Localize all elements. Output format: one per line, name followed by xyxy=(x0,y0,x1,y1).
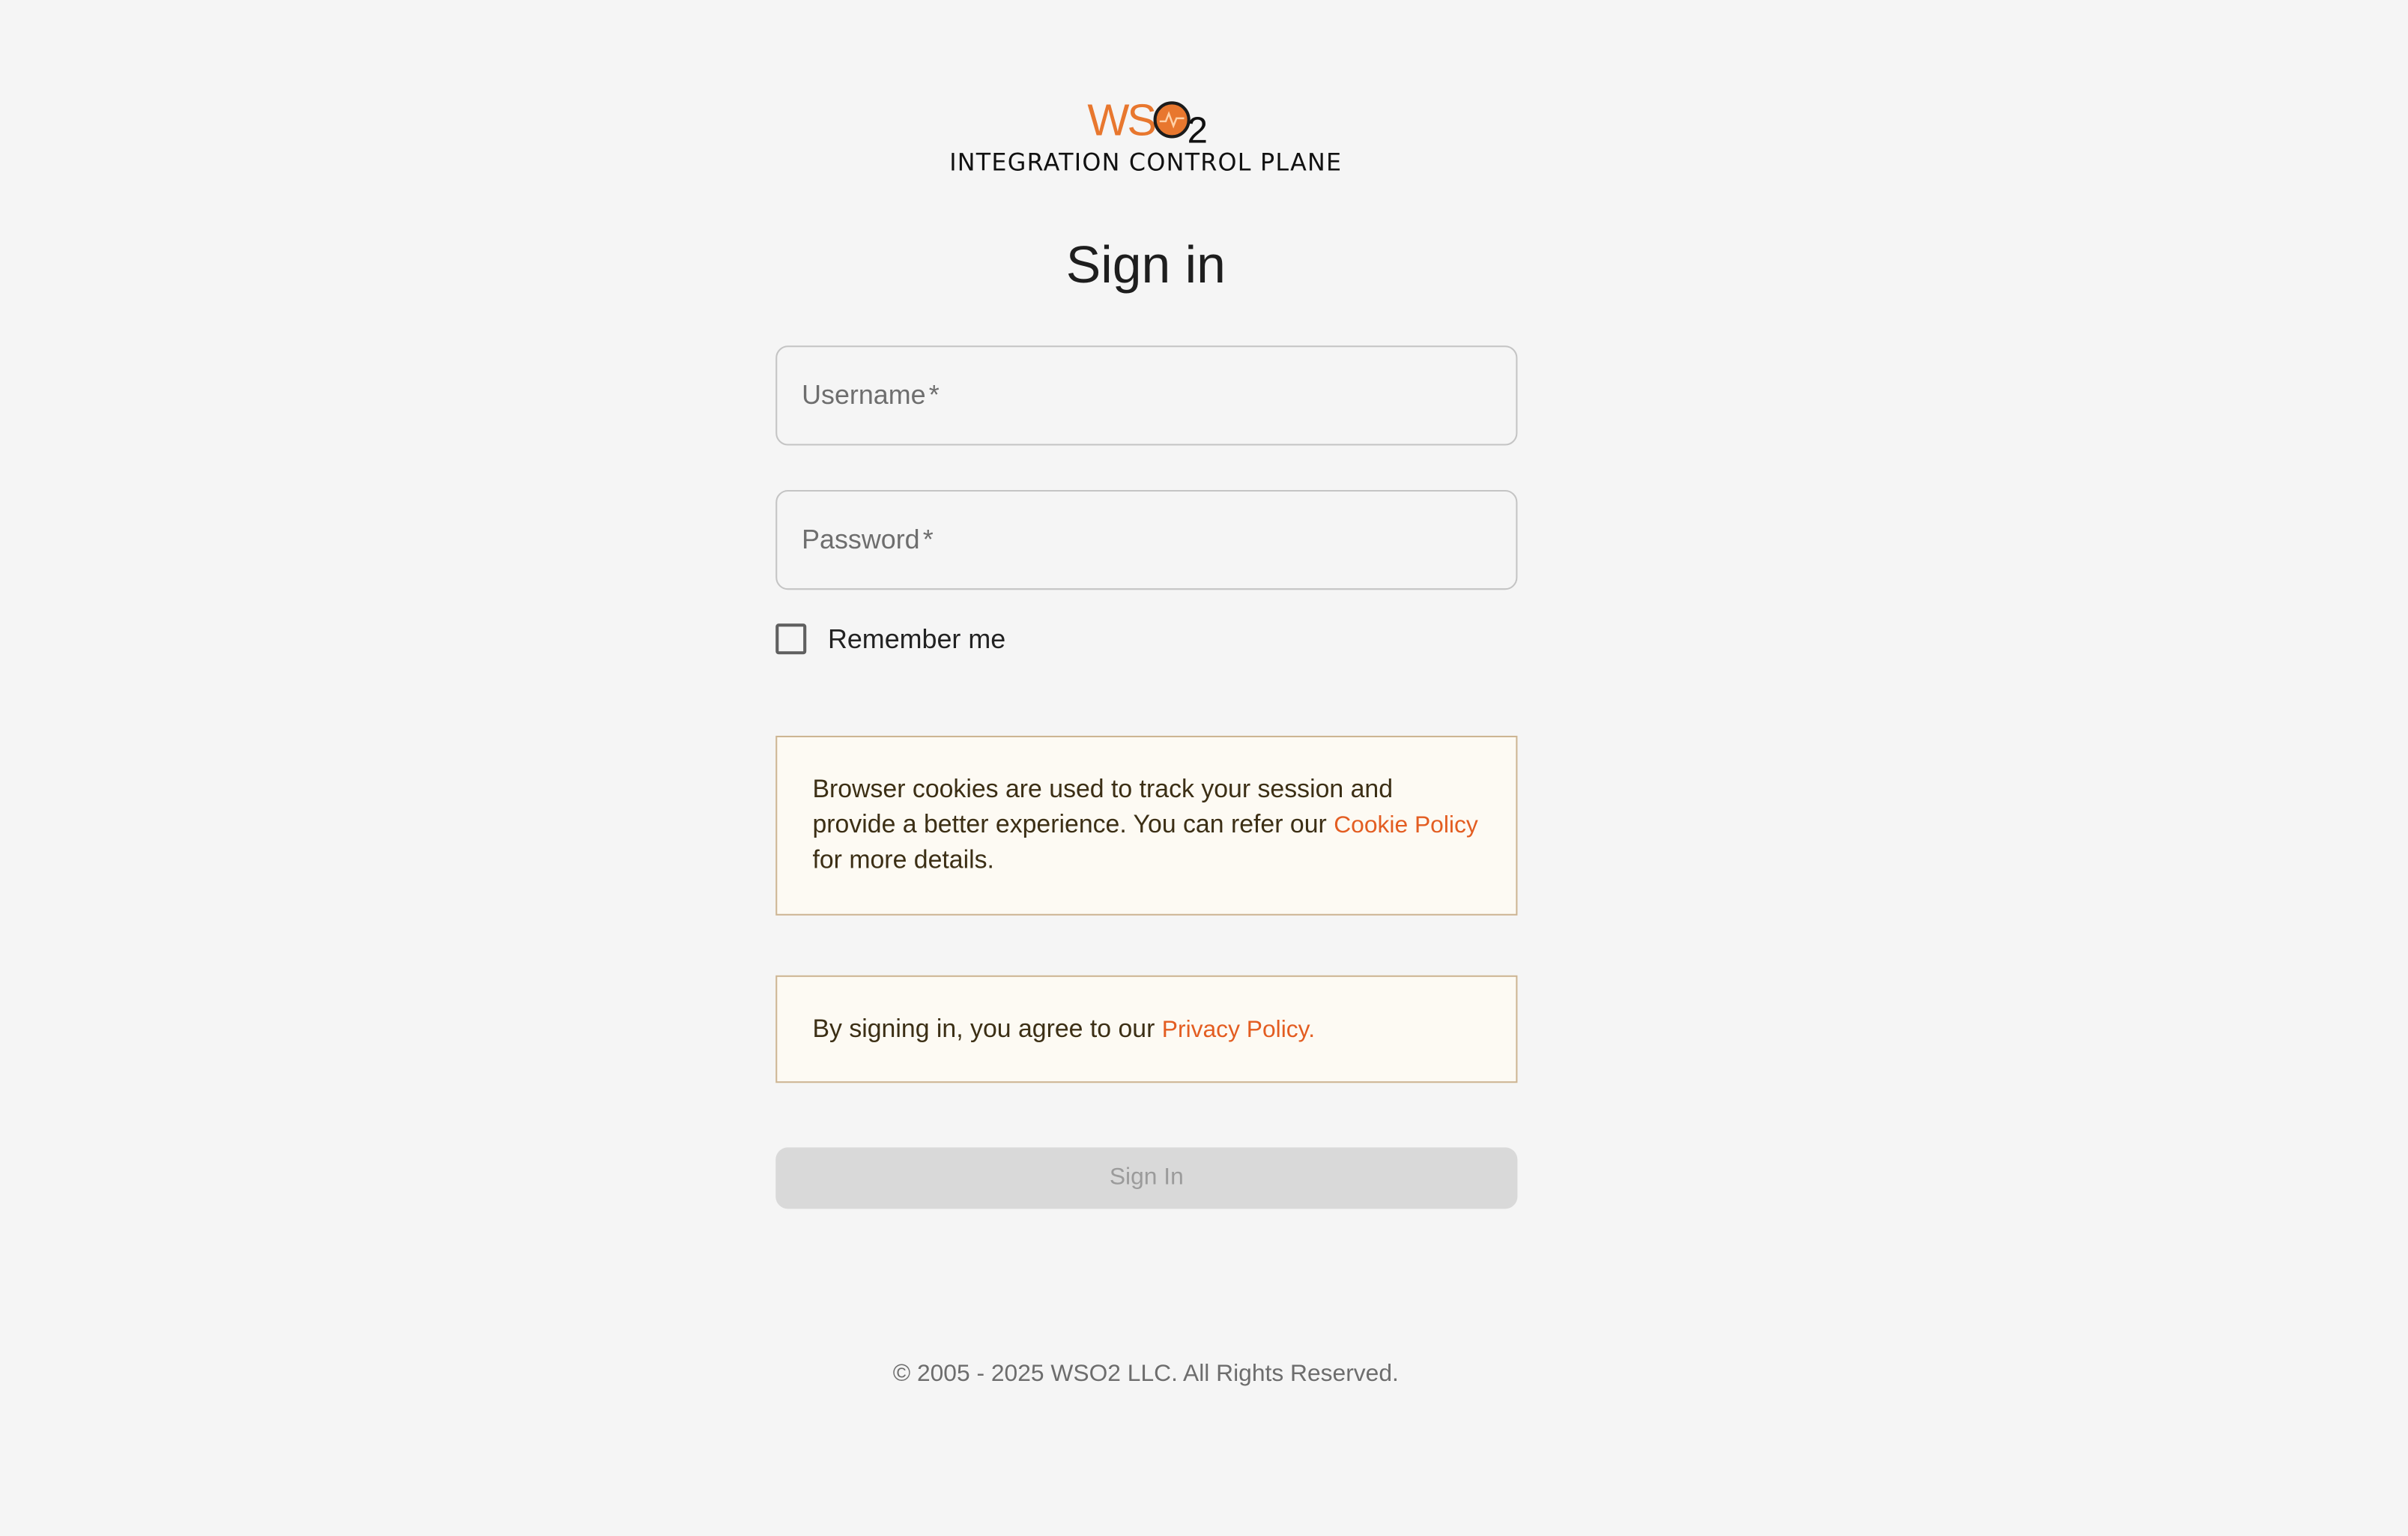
password-label-text: Password xyxy=(802,524,920,555)
app-subtitle: INTEGRATION CONTROL PLANE xyxy=(949,148,1343,177)
footer-copyright: © 2005 - 2025 WSO2 LLC. All Rights Reser… xyxy=(892,1361,1399,1388)
cookie-policy-link[interactable]: Cookie Policy xyxy=(1334,811,1478,838)
username-field[interactable]: Username * xyxy=(775,345,1518,446)
privacy-policy-link[interactable]: Privacy Policy. xyxy=(1162,1017,1315,1043)
privacy-notice-text: By signing in, you agree to our xyxy=(812,1015,1155,1043)
password-field[interactable]: Password * xyxy=(775,489,1518,590)
sign-in-button[interactable]: Sign In xyxy=(775,1147,1518,1209)
remember-me-checkbox[interactable] xyxy=(775,623,807,655)
logo-subscript: 2 xyxy=(1187,110,1208,152)
required-marker: * xyxy=(922,524,934,555)
remember-me-label[interactable]: Remember me xyxy=(828,622,1005,656)
password-label: Password * xyxy=(802,522,934,556)
page-title: Sign in xyxy=(1065,236,1226,295)
pulse-circle-icon xyxy=(1153,101,1191,139)
username-label: Username * xyxy=(802,378,940,411)
cookie-notice-text: Browser cookies are used to track your s… xyxy=(812,775,1394,838)
required-marker: * xyxy=(928,379,940,411)
username-label-text: Username xyxy=(802,379,926,411)
wso2-logo: WSO 2 xyxy=(1084,95,1213,154)
cookie-notice-text-end: for more details. xyxy=(812,846,994,874)
cookie-notice: Browser cookies are used to track your s… xyxy=(775,735,1518,916)
privacy-notice: By signing in, you agree to our Privacy … xyxy=(775,975,1518,1083)
login-page: WSO 2 INTEGRATION CONTROL PLANE Sign in … xyxy=(0,0,2408,1536)
